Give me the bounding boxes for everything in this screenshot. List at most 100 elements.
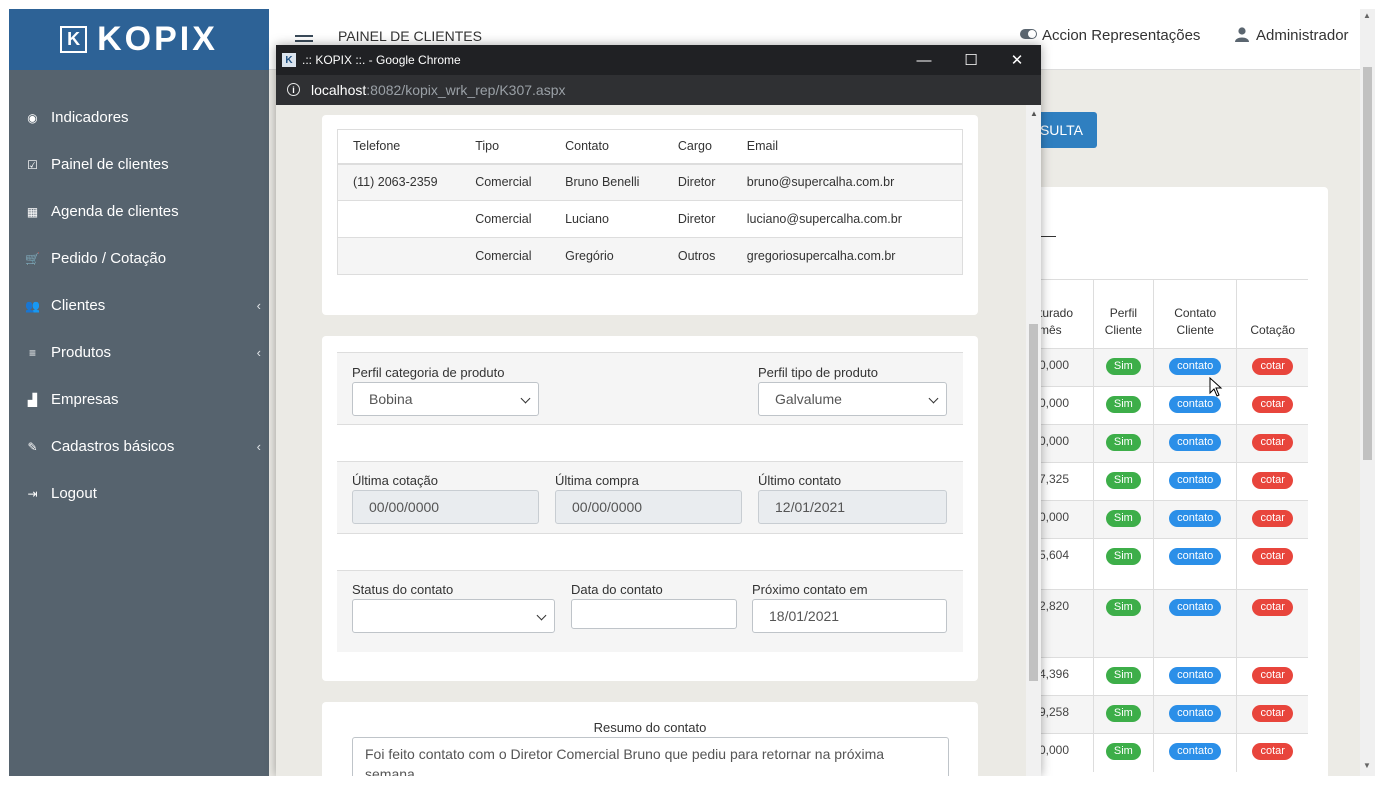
sidebar-item-agenda-de-clientes[interactable]: ▦ Agenda de clientes <box>9 188 269 235</box>
scroll-down-icon[interactable]: ▼ <box>1363 761 1371 770</box>
perfil-sim-badge[interactable]: Sim <box>1105 599 1141 616</box>
table-cell: contato <box>1153 733 1237 772</box>
perfil-tipo-select[interactable]: Galvalume <box>758 382 947 416</box>
status-contato-select[interactable] <box>352 599 555 633</box>
sidebar-item-pedido-cota-o[interactable]: 🛒 Pedido / Cotação <box>9 235 269 282</box>
contato-button[interactable]: contato <box>1169 358 1222 375</box>
cotar-button[interactable]: cotar <box>1252 396 1293 413</box>
contact-cell <box>337 200 461 238</box>
contato-button[interactable]: contato <box>1169 705 1222 722</box>
sidebar-item-label: Pedido / Cotação <box>51 250 167 267</box>
user-menu[interactable]: Administrador <box>1256 27 1349 44</box>
address-bar[interactable]: i localhost:8082/kopix_wrk_rep/K307.aspx <box>276 75 1041 105</box>
sidebar-item-painel-de-clientes[interactable]: ☑ Painel de clientes <box>9 141 269 188</box>
table-cell: cotar <box>1236 348 1308 387</box>
popup-scroll-thumb[interactable] <box>1029 324 1038 681</box>
contact-cell: Gregório <box>550 237 663 275</box>
sidebar-item-cadastros-b-sicos[interactable]: ✎ Cadastros básicos ‹ <box>9 423 269 470</box>
check-square-icon: ☑ <box>27 157 38 172</box>
col-header-perfil: Perfil Cliente <box>1092 279 1154 349</box>
sidebar-item-logout[interactable]: ⇥ Logout <box>9 470 269 517</box>
perfil-sim-badge[interactable]: Sim <box>1105 472 1141 489</box>
faturado-value: 9,258 <box>1039 705 1070 719</box>
contact-row[interactable]: Comercial Luciano Diretor luciano@supercalh… <box>337 200 963 238</box>
contato-button[interactable]: contato <box>1169 434 1222 451</box>
contact-row[interactable]: Comercial Gregório Outros gregoriosupercalh… <box>337 237 963 275</box>
scroll-up-icon[interactable]: ▲ <box>1030 109 1038 118</box>
cotar-button[interactable]: cotar <box>1252 472 1293 489</box>
resumo-textarea[interactable]: Foi feito contato com o Diretor Comercia… <box>352 737 949 776</box>
proximo-contato-input[interactable]: 18/01/2021 <box>752 599 947 633</box>
perfil-categoria-label: Perfil categoria de produto <box>352 365 505 380</box>
contacts-card: Telefone Tipo Contato Cargo Email (11) 2063-… <box>322 115 978 315</box>
sidebar-item-label: Empresas <box>51 391 119 408</box>
page-scrollbar[interactable]: ▲ ▼ <box>1360 9 1375 776</box>
contato-button[interactable]: contato <box>1169 396 1222 413</box>
contato-button[interactable]: contato <box>1169 472 1222 489</box>
minimize-icon[interactable]: — <box>912 49 936 71</box>
perfil-sim-badge[interactable]: Sim <box>1105 510 1141 527</box>
sidebar-item-clientes[interactable]: 👥 Clientes ‹ <box>9 282 269 329</box>
contact-row[interactable]: (11) 2063-2359 Comercial Bruno Benelli Dire… <box>337 163 963 201</box>
perfil-section: Perfil categoria de produto Bobina Perfi… <box>337 352 963 424</box>
chevron-down-icon <box>536 610 547 621</box>
sidebar-item-label: Produtos <box>51 344 112 361</box>
perfil-sim-badge[interactable]: Sim <box>1105 396 1141 413</box>
perfil-categoria-select[interactable]: Bobina <box>352 382 539 416</box>
table-cell: 0,000 <box>1039 500 1094 539</box>
contato-button[interactable]: contato <box>1169 510 1222 527</box>
toggle-icon[interactable] <box>1020 29 1037 39</box>
cotar-button[interactable]: cotar <box>1252 667 1293 684</box>
url-text[interactable]: localhost:8082/kopix_wrk_rep/K307.aspx <box>311 82 566 98</box>
table-cell: 9,258 <box>1039 695 1094 734</box>
ultima-compra-label: Última compra <box>555 473 639 488</box>
contact-cell: Comercial <box>460 237 551 275</box>
page-scroll-thumb[interactable] <box>1363 67 1372 460</box>
contato-button[interactable]: contato <box>1169 548 1222 565</box>
popup-scrollbar[interactable]: ▲ <box>1026 105 1041 776</box>
user-icon <box>1235 27 1249 42</box>
perfil-sim-badge[interactable]: Sim <box>1105 743 1141 760</box>
perfil-sim-badge[interactable]: Sim <box>1105 705 1141 722</box>
perfil-sim-badge[interactable]: Sim <box>1105 667 1141 684</box>
cotar-button[interactable]: cotar <box>1252 548 1293 565</box>
representative-name[interactable]: Accion Representações <box>1042 27 1200 44</box>
contato-button[interactable]: contato <box>1169 667 1222 684</box>
resumo-label: Resumo do contato <box>593 720 707 735</box>
close-icon[interactable]: ✕ <box>1005 49 1029 71</box>
perfil-sim-badge[interactable]: Sim <box>1105 358 1141 375</box>
table-cell: contato <box>1153 386 1237 425</box>
contact-cell: Comercial <box>460 163 551 201</box>
cotar-button[interactable]: cotar <box>1252 358 1293 375</box>
info-icon[interactable]: i <box>287 83 300 96</box>
contato-button[interactable]: contato <box>1169 599 1222 616</box>
data-contato-input[interactable] <box>571 599 737 629</box>
scroll-up-icon[interactable]: ▲ <box>1363 11 1371 20</box>
cotar-button[interactable]: cotar <box>1252 510 1293 527</box>
mouse-cursor-icon <box>1209 377 1223 397</box>
sidebar-item-empresas[interactable]: ▟ Empresas <box>9 376 269 423</box>
perfil-sim-badge[interactable]: Sim <box>1105 434 1141 451</box>
cotar-button[interactable]: cotar <box>1252 434 1293 451</box>
sidebar-item-indicadores[interactable]: ◉ Indicadores <box>9 94 269 141</box>
cotar-button[interactable]: cotar <box>1252 599 1293 616</box>
table-row: 0,000 Sim contato cotar <box>1039 386 1308 425</box>
cotar-button[interactable]: cotar <box>1252 743 1293 760</box>
sidebar-item-label: Painel de clientes <box>51 156 169 173</box>
table-cell: contato <box>1153 500 1237 539</box>
window-titlebar[interactable]: K .:: KOPIX ::. - Google Chrome — ☐ ✕ <box>276 45 1041 75</box>
brand-logo[interactable]: K KOPIX <box>9 9 269 70</box>
sidebar-item-produtos[interactable]: ≡ Produtos ‹ <box>9 329 269 376</box>
maximize-icon[interactable]: ☐ <box>959 49 983 71</box>
contact-cell: bruno@supercalha.com.br <box>731 163 963 201</box>
spacer-row <box>337 424 963 461</box>
cotar-button[interactable]: cotar <box>1252 705 1293 722</box>
faturado-value: 7,325 <box>1039 472 1070 486</box>
table-row: 5,604 Sim contato cotar <box>1039 538 1308 590</box>
logo-icon: K <box>60 26 88 53</box>
table-row: 2,820 Sim contato cotar <box>1039 589 1308 658</box>
contato-button[interactable]: contato <box>1169 743 1222 760</box>
sidebar-item-label: Agenda de clientes <box>51 203 179 220</box>
table-cell: cotar <box>1236 386 1308 425</box>
perfil-sim-badge[interactable]: Sim <box>1105 548 1141 565</box>
